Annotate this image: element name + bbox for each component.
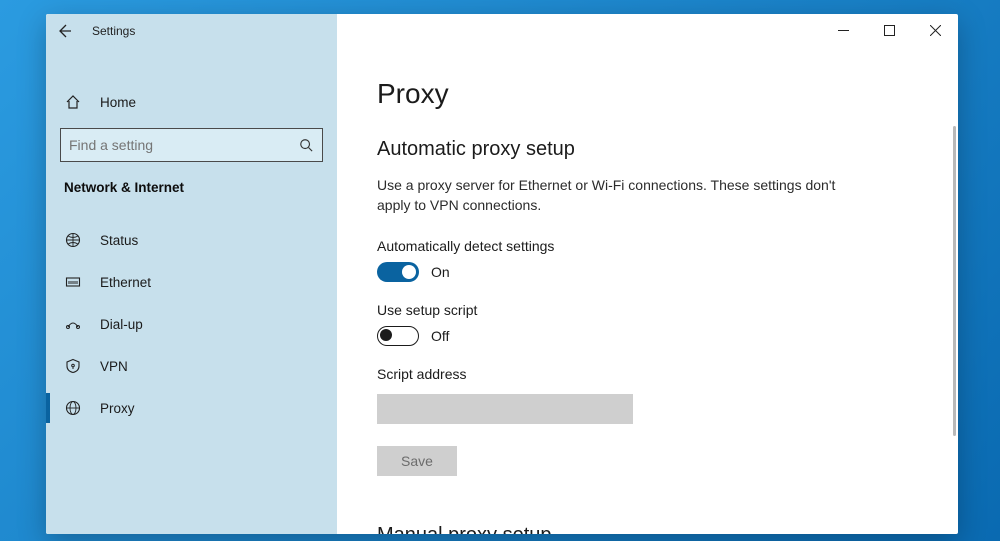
save-button[interactable]: Save: [377, 446, 457, 476]
scrollbar[interactable]: [953, 126, 956, 436]
sidebar-item-label: Proxy: [100, 401, 135, 416]
search-container: [46, 122, 337, 162]
setup-script-toggle-row: Off: [377, 326, 918, 346]
setup-script-state: Off: [431, 328, 449, 344]
settings-window: Settings Home Network & Internet Stat: [46, 14, 958, 534]
maximize-icon: [884, 25, 895, 36]
arrow-left-icon: [56, 23, 72, 39]
sidebar-section-label: Network & Internet: [46, 162, 337, 205]
auto-detect-toggle-row: On: [377, 262, 918, 282]
sidebar-nav: Status Ethernet Dial-up VPN: [46, 219, 337, 429]
auto-description: Use a proxy server for Ethernet or Wi-Fi…: [377, 175, 837, 216]
home-icon: [64, 94, 82, 110]
sidebar-item-label: Dial-up: [100, 317, 143, 332]
sidebar-item-label: Status: [100, 233, 138, 248]
sidebar-item-ethernet[interactable]: Ethernet: [46, 261, 337, 303]
titlebar: Settings: [46, 14, 337, 48]
window-controls: [820, 14, 958, 46]
auto-detect-state: On: [431, 264, 450, 280]
shield-icon: [64, 358, 82, 374]
sidebar-item-label: VPN: [100, 359, 128, 374]
page-title: Proxy: [377, 78, 918, 110]
maximize-button[interactable]: [866, 14, 912, 46]
setup-script-toggle[interactable]: [377, 326, 419, 346]
minimize-icon: [838, 25, 849, 36]
sidebar-item-dialup[interactable]: Dial-up: [46, 303, 337, 345]
sidebar-item-vpn[interactable]: VPN: [46, 345, 337, 387]
search-input[interactable]: [60, 128, 323, 162]
auto-detect-toggle[interactable]: [377, 262, 419, 282]
setup-script-label: Use setup script: [377, 302, 918, 318]
ethernet-icon: [64, 274, 82, 290]
manual-heading: Manual proxy setup: [377, 524, 918, 534]
close-icon: [930, 25, 941, 36]
script-address-input[interactable]: [377, 394, 633, 424]
window-title: Settings: [92, 24, 135, 38]
dialup-icon: [64, 316, 82, 332]
minimize-button[interactable]: [820, 14, 866, 46]
search-icon: [299, 138, 313, 152]
sidebar: Settings Home Network & Internet Stat: [46, 14, 337, 534]
manual-section: Manual proxy setup Use a proxy server fo…: [377, 524, 918, 534]
back-button[interactable]: [56, 23, 72, 39]
content-pane: Proxy Automatic proxy setup Use a proxy …: [337, 14, 958, 534]
close-button[interactable]: [912, 14, 958, 46]
sidebar-item-status[interactable]: Status: [46, 219, 337, 261]
auto-detect-label: Automatically detect settings: [377, 238, 918, 254]
sidebar-item-label: Ethernet: [100, 275, 151, 290]
proxy-icon: [64, 400, 82, 416]
script-address-label: Script address: [377, 366, 918, 382]
sidebar-item-proxy[interactable]: Proxy: [46, 387, 337, 429]
sidebar-home[interactable]: Home: [46, 82, 337, 122]
globe-icon: [64, 232, 82, 248]
sidebar-home-label: Home: [100, 95, 136, 110]
auto-heading: Automatic proxy setup: [377, 138, 918, 161]
